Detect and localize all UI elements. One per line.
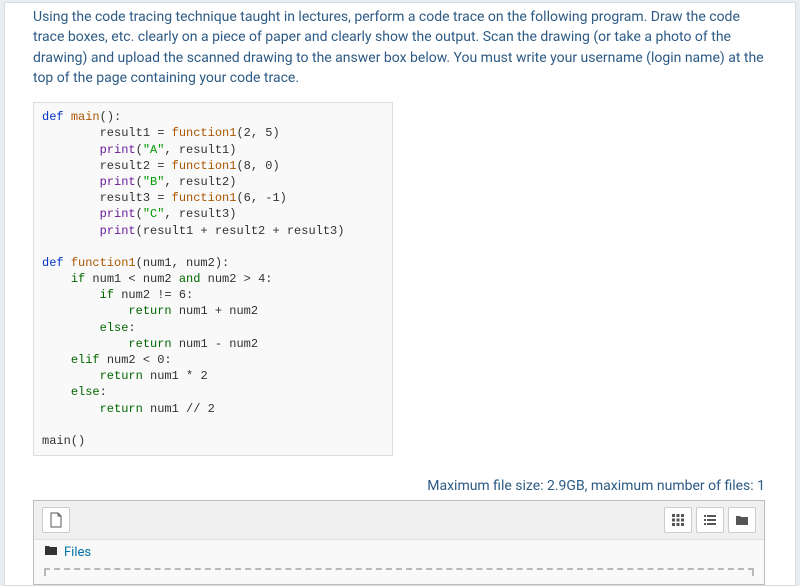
view-list-button[interactable] (696, 507, 724, 533)
breadcrumb-files-link[interactable]: Files (64, 545, 91, 560)
question-instructions: Using the code tracing technique taught … (5, 3, 795, 96)
folder-icon (44, 544, 58, 560)
kw-def: def (42, 110, 64, 124)
view-grid-button[interactable] (664, 507, 692, 533)
file-icon (49, 512, 63, 528)
file-dropzone[interactable] (44, 568, 754, 576)
file-upload-panel: Files (33, 500, 765, 585)
list-icon (703, 513, 717, 527)
code-snippet: def main(): result1 = function1(2, 5) pr… (33, 102, 393, 456)
upload-toolbar (34, 501, 764, 540)
view-tree-button[interactable] (728, 507, 756, 533)
add-file-button[interactable] (42, 507, 70, 533)
fn-main: main (71, 110, 100, 124)
upload-limits: Maximum file size: 2.9GB, maximum number… (5, 456, 795, 500)
grid-icon (671, 513, 685, 527)
breadcrumb: Files (34, 540, 764, 566)
folder-icon (735, 514, 749, 526)
